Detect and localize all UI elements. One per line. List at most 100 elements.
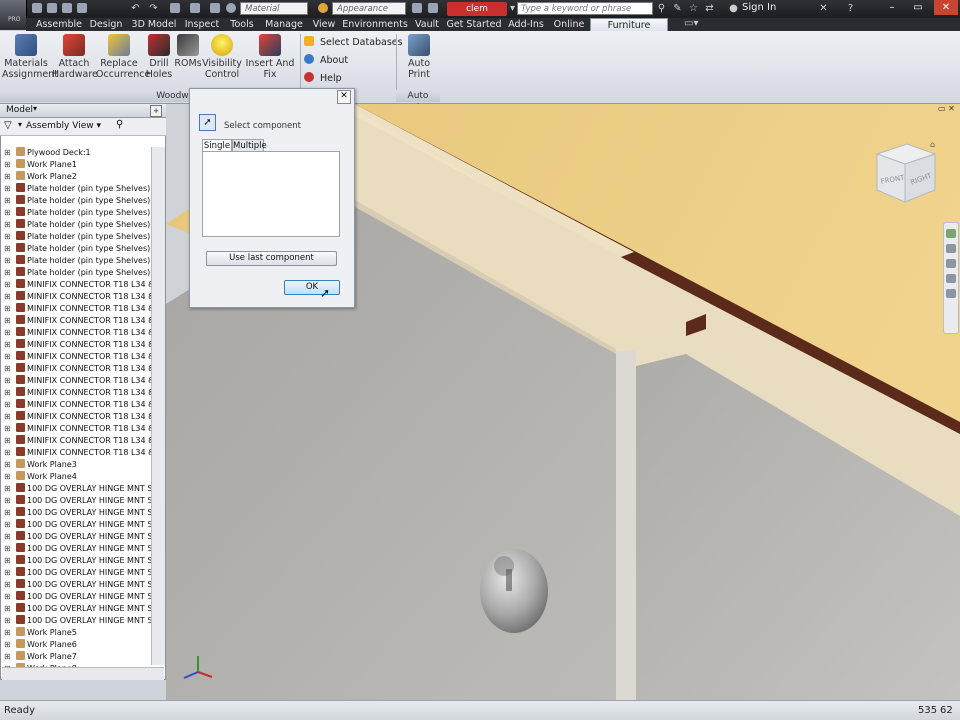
undo-icon[interactable]: ↶	[130, 3, 141, 14]
application-menu-button[interactable]: PRO	[0, 0, 27, 30]
tree-node[interactable]: ⊞ 100 DG OVERLAY HINGE MNT SCRE	[2, 543, 152, 555]
expand-toggle-icon[interactable]: ⊞	[4, 231, 11, 243]
tree-node[interactable]: ⊞ 100 DG OVERLAY HINGE MNT SCRE	[2, 483, 152, 495]
expand-toggle-icon[interactable]: ⊞	[4, 567, 11, 579]
help-icon[interactable]: ?	[845, 3, 856, 14]
parameters-icon[interactable]	[428, 3, 438, 13]
browser-horizontal-scrollbar[interactable]	[2, 667, 164, 680]
filter-icon[interactable]: ▽	[4, 120, 12, 131]
browser-title-dropdown-icon[interactable]: ▾	[33, 104, 37, 113]
tab-online[interactable]: Online	[550, 18, 588, 31]
tree-node[interactable]: ⊞ 100 DG OVERLAY HINGE MNT SCRE	[2, 591, 152, 603]
tree-node[interactable]: ⊞ MINIFIX CONNECTOR T18 L34 & 2W	[2, 339, 152, 351]
tree-node[interactable]: ⊞ MINIFIX CONNECTOR T18 L34 & 2W	[2, 447, 152, 459]
expand-toggle-icon[interactable]: ⊞	[4, 555, 11, 567]
tree-node[interactable]: ⊞ 100 DG OVERLAY HINGE MNT SCRE	[2, 567, 152, 579]
tools-icon[interactable]: ✎	[672, 3, 683, 14]
tree-node[interactable]: ⊞ Work Plane1	[2, 159, 152, 171]
tree-node[interactable]: ⊞ Plate holder (pin type Shelves):4	[2, 207, 152, 219]
expand-toggle-icon[interactable]: ⊞	[4, 183, 11, 195]
tree-node[interactable]: ⊞ 100 DG OVERLAY HINGE MNT SCRE	[2, 495, 152, 507]
tree-node[interactable]: ⊞ MINIFIX CONNECTOR T18 L34 & 2W	[2, 351, 152, 363]
tab-manage[interactable]: Manage	[262, 18, 306, 31]
tree-node[interactable]: ⊞ MINIFIX CONNECTOR T18 L34 & 2W	[2, 375, 152, 387]
tree-node[interactable]: ⊞ 100 DG OVERLAY HINGE MNT SCRE	[2, 579, 152, 591]
user-icon[interactable]: ●	[728, 3, 739, 14]
browser-vertical-scrollbar[interactable]	[151, 147, 165, 665]
find-icon[interactable]: ⚲	[116, 119, 123, 130]
close-ribbon-icon[interactable]: ✕	[818, 3, 829, 14]
materials-assignment-button[interactable]: Materials Assignment	[2, 34, 58, 80]
search-input[interactable]: Type a keyword or phrase	[517, 2, 653, 15]
tree-node[interactable]: ⊞ 100 DG OVERLAY HINGE MNT SCRE	[2, 555, 152, 567]
exchange-icon[interactable]: ⇄	[704, 3, 715, 14]
tab-furniture-design[interactable]: Furniture Design	[590, 18, 668, 44]
clem-button[interactable]: clem	[447, 2, 507, 16]
use-last-component-button[interactable]: Use last component	[206, 251, 337, 266]
viewcube[interactable]: FRONT RIGHT	[873, 140, 937, 204]
ok-button[interactable]: OK	[284, 280, 340, 295]
update-icon[interactable]	[210, 3, 220, 13]
orbit-icon[interactable]	[946, 274, 956, 283]
expand-toggle-icon[interactable]: ⊞	[4, 363, 11, 375]
close-button[interactable]: ✕	[934, 0, 958, 15]
tree-node[interactable]: ⊞ 100 DG OVERLAY HINGE MNT SCRE	[2, 519, 152, 531]
save-icon[interactable]	[62, 3, 72, 13]
tree-node[interactable]: ⊞ Plywood Deck:1	[2, 147, 152, 159]
tree-node[interactable]: ⊞ Plate holder (pin type Shelves):5	[2, 219, 152, 231]
expand-toggle-icon[interactable]: ⊞	[4, 531, 11, 543]
tree-node[interactable]: ⊞ MINIFIX CONNECTOR T18 L34 & 2W	[2, 327, 152, 339]
expand-toggle-icon[interactable]: ⊞	[4, 603, 11, 615]
expand-toggle-icon[interactable]: ⊞	[4, 351, 11, 363]
tab-get-started[interactable]: Get Started	[446, 18, 502, 31]
clear-appearance-icon[interactable]	[412, 3, 422, 13]
redo-icon[interactable]: ↷	[148, 3, 159, 14]
tree-node[interactable]: ⊞ MINIFIX CONNECTOR T18 L34 & 2W	[2, 363, 152, 375]
expand-toggle-icon[interactable]: ⊞	[4, 255, 11, 267]
star-icon[interactable]: ☆	[688, 3, 699, 14]
expand-toggle-icon[interactable]: ⊞	[4, 483, 11, 495]
tree-node[interactable]: ⊞ Plate holder (pin type Shelves):8	[2, 255, 152, 267]
tab-environments[interactable]: Environments	[342, 18, 408, 31]
tab-tools[interactable]: Tools	[224, 18, 260, 31]
expand-toggle-icon[interactable]: ⊞	[4, 327, 11, 339]
tree-node[interactable]: ⊞ MINIFIX CONNECTOR T18 L34 & 2W	[2, 423, 152, 435]
tree-node[interactable]: ⊞ Plate holder (pin type Shelves):3	[2, 195, 152, 207]
auto-print-button[interactable]: Auto Print	[400, 34, 438, 80]
expand-toggle-icon[interactable]: ⊞	[4, 591, 11, 603]
roms-button[interactable]: ROMs	[174, 34, 202, 69]
tree-node[interactable]: ⊞ MINIFIX CONNECTOR T18 L34 & 2W	[2, 411, 152, 423]
tree-node[interactable]: ⊞ MINIFIX CONNECTOR T18 L34 & 2W	[2, 279, 152, 291]
tree-node[interactable]: ⊞ MINIFIX CONNECTOR T18 L34 & 2W	[2, 291, 152, 303]
expand-toggle-icon[interactable]: ⊞	[4, 303, 11, 315]
tree-node[interactable]: ⊞ Work Plane6	[2, 639, 152, 651]
tree-node[interactable]: ⊞ MINIFIX CONNECTOR T18 L34 & 2W	[2, 435, 152, 447]
expand-toggle-icon[interactable]: ⊞	[4, 243, 11, 255]
browser-pin-icon[interactable]: +	[150, 105, 162, 117]
assembly-view-dropdown[interactable]: Assembly View ▾	[26, 121, 101, 131]
tree-node[interactable]: ⊞ Plate holder (pin type Shelves):2	[2, 183, 152, 195]
expand-toggle-icon[interactable]: ⊞	[4, 171, 11, 183]
tree-node[interactable]: ⊞ 100 DG OVERLAY HINGE MNT SCRE	[2, 507, 152, 519]
expand-toggle-icon[interactable]: ⊞	[4, 267, 11, 279]
expand-toggle-icon[interactable]: ⊞	[4, 375, 11, 387]
appearance-combo[interactable]: Appearance	[332, 2, 406, 15]
tab-add-ins[interactable]: Add-Ins	[504, 18, 548, 31]
tab-design[interactable]: Design	[86, 18, 126, 31]
look-at-icon[interactable]	[946, 289, 956, 298]
expand-toggle-icon[interactable]: ⊞	[4, 495, 11, 507]
expand-toggle-icon[interactable]: ⊞	[4, 339, 11, 351]
expand-toggle-icon[interactable]: ⊞	[4, 615, 11, 627]
expand-toggle-icon[interactable]: ⊞	[4, 639, 11, 651]
home-icon[interactable]: ⌂	[930, 140, 935, 149]
tree-node[interactable]: ⊞ Work Plane4	[2, 471, 152, 483]
expand-toggle-icon[interactable]: ⊞	[4, 387, 11, 399]
tab-single[interactable]: Single	[202, 139, 232, 151]
tree-node[interactable]: ⊞ MINIFIX CONNECTOR T18 L34 & 2W	[2, 303, 152, 315]
expand-toggle-icon[interactable]: ⊞	[4, 411, 11, 423]
new-icon[interactable]	[32, 3, 42, 13]
expand-toggle-icon[interactable]: ⊞	[4, 579, 11, 591]
tab-vault[interactable]: Vault	[410, 18, 444, 31]
expand-toggle-icon[interactable]: ⊞	[4, 399, 11, 411]
tree-node[interactable]: ⊞ 100 DG OVERLAY HINGE MNT SCRE	[2, 531, 152, 543]
